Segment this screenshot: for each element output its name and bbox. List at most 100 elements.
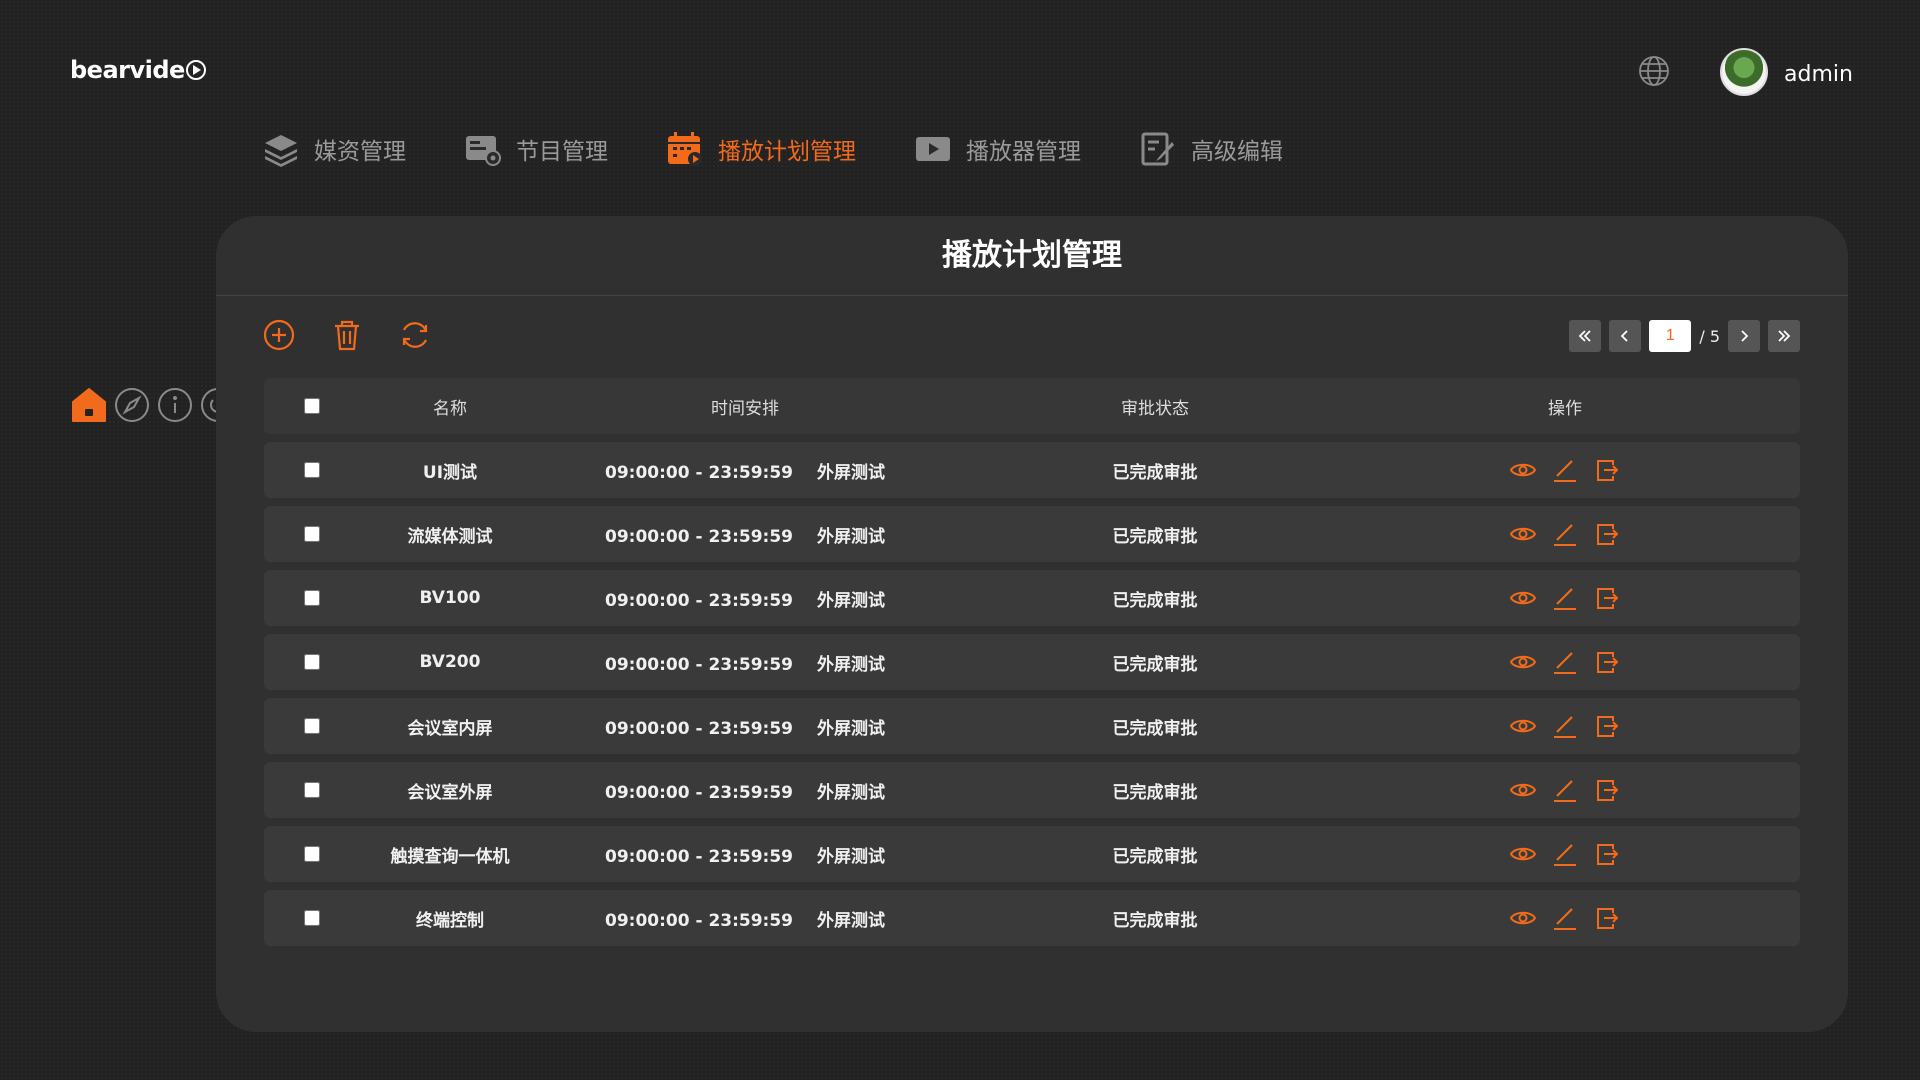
row-status: 已完成审批 — [1112, 718, 1198, 739]
row-time: 09:00:00 - 23:59:59 — [604, 526, 794, 547]
view-icon[interactable] — [1509, 584, 1537, 612]
table-row[interactable]: BV100 09:00:00 - 23:59:59 外屏测试 已完成审批 — [264, 570, 1800, 626]
row-status: 已完成审批 — [1112, 462, 1198, 483]
add-icon[interactable] — [262, 318, 296, 352]
publish-icon[interactable] — [1593, 840, 1621, 868]
table-row[interactable]: 触摸查询一体机 09:00:00 - 23:59:59 外屏测试 已完成审批 — [264, 826, 1800, 882]
globe-icon[interactable] — [1637, 54, 1671, 88]
publish-icon[interactable] — [1593, 712, 1621, 740]
row-name: BV200 — [419, 652, 481, 672]
table-row[interactable]: UI测试 09:00:00 - 23:59:59 外屏测试 已完成审批 — [264, 442, 1800, 498]
row-time: 09:00:00 - 23:59:59 — [604, 654, 794, 675]
row-name: 会议室内屏 — [407, 718, 493, 739]
page-number-input[interactable] — [1649, 320, 1692, 352]
layers-icon — [265, 135, 297, 167]
row-screen: 外屏测试 — [817, 654, 886, 675]
view-icon[interactable] — [1509, 776, 1537, 804]
nav-advanced-edit[interactable]: 高级编辑 — [1139, 130, 1283, 168]
row-actions — [1360, 840, 1770, 868]
view-icon[interactable] — [1509, 520, 1537, 548]
nav-media[interactable]: 媒资管理 — [262, 130, 406, 168]
publish-icon[interactable] — [1593, 520, 1621, 548]
nav-label: 媒资管理 — [314, 139, 406, 165]
publish-icon[interactable] — [1593, 584, 1621, 612]
refresh-icon[interactable] — [398, 318, 432, 352]
brand-logo[interactable]: bearvide — [70, 56, 206, 84]
row-name: 会议室外屏 — [407, 782, 493, 803]
row-name: 流媒体测试 — [407, 526, 493, 547]
row-checkbox[interactable] — [304, 910, 320, 926]
info-icon[interactable] — [156, 386, 194, 424]
select-all-checkbox[interactable] — [304, 398, 320, 414]
prev-page-button[interactable] — [1609, 320, 1642, 352]
edit-icon[interactable] — [1551, 520, 1579, 548]
edit-icon[interactable] — [1551, 776, 1579, 804]
edit-icon[interactable] — [1551, 904, 1579, 932]
page-total: / 5 — [1699, 326, 1720, 346]
row-checkbox[interactable] — [304, 782, 320, 798]
publish-icon[interactable] — [1593, 776, 1621, 804]
row-schedule: 09:00:00 - 23:59:59 外屏测试 — [540, 714, 950, 739]
nav-label: 高级编辑 — [1191, 139, 1283, 165]
row-checkbox[interactable] — [304, 718, 320, 734]
publish-icon[interactable] — [1593, 456, 1621, 484]
row-time: 09:00:00 - 23:59:59 — [604, 910, 794, 931]
column-header-name[interactable]: 名称 — [360, 394, 540, 419]
edit-icon[interactable] — [1551, 584, 1579, 612]
row-checkbox[interactable] — [304, 654, 320, 670]
row-actions — [1360, 584, 1770, 612]
delete-icon[interactable] — [330, 318, 364, 352]
edit-icon[interactable] — [1551, 648, 1579, 676]
column-header-time[interactable]: 时间安排 — [540, 394, 950, 419]
first-page-button[interactable] — [1569, 320, 1602, 352]
column-header-ops: 操作 — [1548, 398, 1582, 419]
nav-schedule[interactable]: 播放计划管理 — [666, 130, 856, 168]
table-row[interactable]: 会议室外屏 09:00:00 - 23:59:59 外屏测试 已完成审批 — [264, 762, 1800, 818]
nav-program[interactable]: 节目管理 — [464, 130, 608, 168]
publish-icon[interactable] — [1593, 648, 1621, 676]
row-schedule: 09:00:00 - 23:59:59 外屏测试 — [540, 778, 950, 803]
top-nav: 媒资管理 节目管理 播放计划管理 播放器管理 高级编辑 — [262, 130, 1341, 168]
nav-label: 播放器管理 — [966, 139, 1081, 165]
row-screen: 外屏测试 — [817, 782, 886, 803]
row-checkbox[interactable] — [304, 462, 320, 478]
compass-icon[interactable] — [113, 386, 151, 424]
table-row[interactable]: 流媒体测试 09:00:00 - 23:59:59 外屏测试 已完成审批 — [264, 506, 1800, 562]
username[interactable]: admin — [1784, 62, 1853, 87]
publish-icon[interactable] — [1593, 904, 1621, 932]
row-status: 已完成审批 — [1112, 846, 1198, 867]
toolbar — [262, 318, 466, 352]
view-icon[interactable] — [1509, 456, 1537, 484]
next-page-button[interactable] — [1728, 320, 1760, 352]
edit-icon[interactable] — [1551, 712, 1579, 740]
view-icon[interactable] — [1509, 840, 1537, 868]
row-actions — [1360, 648, 1770, 676]
table-header: 名称 时间安排 审批状态 操作 — [264, 378, 1800, 434]
row-checkbox[interactable] — [304, 590, 320, 606]
row-status: 已完成审批 — [1112, 590, 1198, 611]
view-icon[interactable] — [1509, 904, 1537, 932]
table-row[interactable]: 终端控制 09:00:00 - 23:59:59 外屏测试 已完成审批 — [264, 890, 1800, 946]
row-status: 已完成审批 — [1112, 526, 1198, 547]
view-icon[interactable] — [1509, 712, 1537, 740]
schedule-panel: 播放计划管理 / 5 名称 时间 — [216, 216, 1848, 1032]
chevron-left-icon — [1621, 330, 1628, 342]
row-screen: 外屏测试 — [817, 590, 886, 611]
row-checkbox[interactable] — [304, 846, 320, 862]
edit-icon[interactable] — [1551, 456, 1579, 484]
avatar[interactable] — [1720, 48, 1768, 96]
view-icon[interactable] — [1509, 648, 1537, 676]
edit-icon[interactable] — [1551, 840, 1579, 868]
table-row[interactable]: 会议室内屏 09:00:00 - 23:59:59 外屏测试 已完成审批 — [264, 698, 1800, 754]
program-icon — [466, 136, 501, 166]
last-page-button[interactable] — [1768, 320, 1800, 352]
row-schedule: 09:00:00 - 23:59:59 外屏测试 — [540, 650, 950, 675]
home-icon[interactable] — [70, 386, 108, 424]
sidebar — [70, 386, 237, 480]
row-checkbox[interactable] — [304, 526, 320, 542]
column-header-status[interactable]: 审批状态 — [950, 394, 1360, 419]
page-title: 播放计划管理 — [216, 216, 1848, 296]
table-row[interactable]: BV200 09:00:00 - 23:59:59 外屏测试 已完成审批 — [264, 634, 1800, 690]
nav-player[interactable]: 播放器管理 — [914, 130, 1081, 168]
row-time: 09:00:00 - 23:59:59 — [604, 590, 794, 611]
